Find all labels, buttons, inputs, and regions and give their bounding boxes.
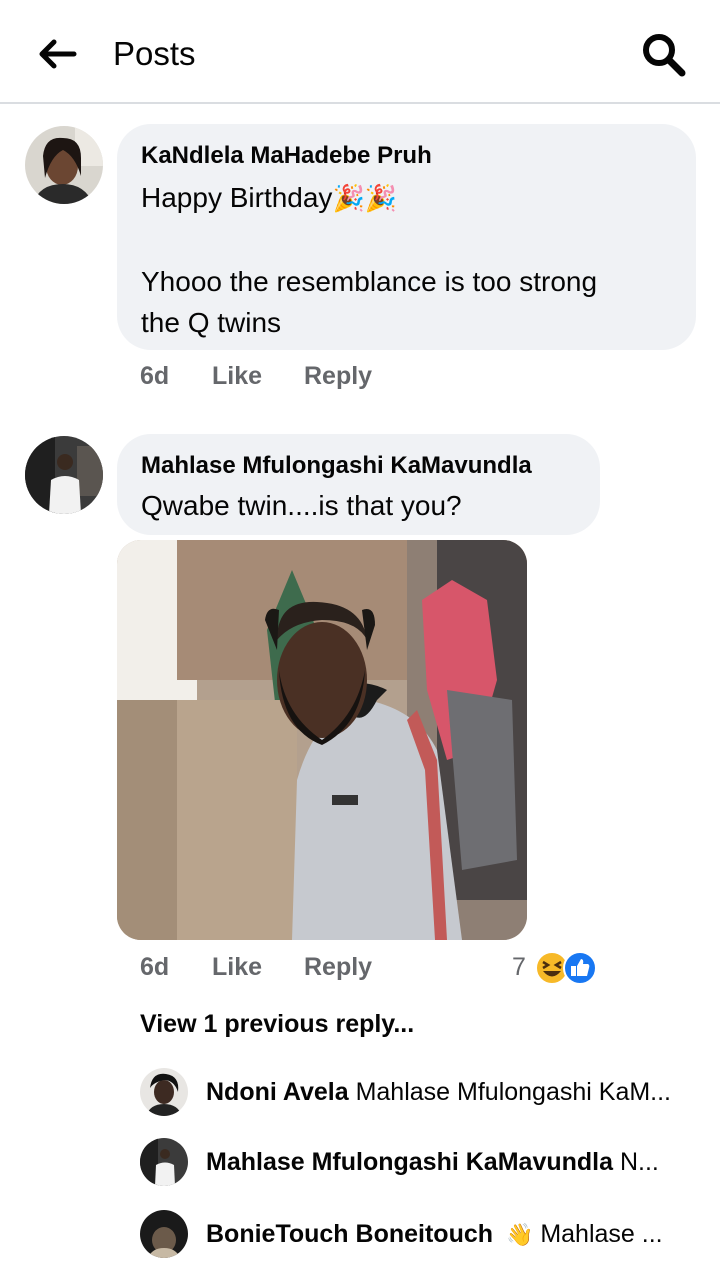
- waving-hand-emoji: 👋: [505, 1223, 534, 1248]
- comment-text-line: the Q twins: [141, 307, 282, 338]
- avatar[interactable]: [140, 1138, 188, 1186]
- reaction-icons[interactable]: [534, 950, 604, 986]
- back-button[interactable]: [34, 34, 78, 74]
- page-title: Posts: [113, 35, 196, 72]
- reply-preview: Mahlase Mfulongashi KaM...: [355, 1078, 672, 1106]
- like-button[interactable]: Like: [212, 953, 262, 982]
- reaction-count[interactable]: 7: [512, 953, 526, 982]
- comment-time: 6d: [140, 362, 170, 390]
- comment-bubble[interactable]: Mahlase Mfulongashi KaMavundla Qwabe twi…: [117, 434, 600, 535]
- reply-button[interactable]: Reply: [304, 362, 372, 391]
- comment-time: 6d: [140, 953, 170, 981]
- reply-preview: Mahlase ...: [540, 1220, 663, 1248]
- reply-author[interactable]: Ndoni Avela: [206, 1078, 349, 1106]
- reply-preview: N...: [619, 1148, 659, 1176]
- comment-text-line: Yhooo the resemblance is too strong: [141, 266, 598, 297]
- avatar[interactable]: [25, 126, 103, 204]
- reply-button[interactable]: Reply: [304, 953, 372, 982]
- avatar[interactable]: [25, 436, 103, 514]
- comment-author[interactable]: KaNdlela MaHadebe Pruh: [141, 141, 681, 171]
- search-icon: [643, 34, 686, 77]
- reply-author[interactable]: BonieTouch Boneitouch: [206, 1220, 493, 1248]
- reply-item[interactable]: BonieTouch Boneitouch 👋 Mahlase ...: [140, 1210, 700, 1260]
- arrow-left-icon: [39, 39, 77, 69]
- view-previous-replies[interactable]: View 1 previous reply...: [140, 1010, 414, 1039]
- comment-photo[interactable]: [117, 540, 527, 940]
- search-button[interactable]: [638, 30, 688, 78]
- top-bar: Posts: [0, 0, 720, 104]
- reply-item[interactable]: Mahlase Mfulongashi KaMavundla N...: [140, 1138, 700, 1188]
- comment-bubble[interactable]: KaNdlela MaHadebe Pruh Happy Birthday🎉🎉 …: [117, 124, 696, 350]
- comment-actions: 6d Like Reply: [140, 362, 540, 394]
- reply-item[interactable]: Ndoni Avela Mahlase Mfulongashi KaM...: [140, 1068, 700, 1118]
- comment-text: Qwabe twin....is that you?: [141, 490, 462, 521]
- like-reaction-icon: [563, 951, 597, 985]
- comment-text-line: Happy Birthday: [141, 182, 333, 213]
- party-popper-emoji: 🎉🎉: [332, 184, 398, 214]
- like-button[interactable]: Like: [212, 362, 262, 391]
- avatar[interactable]: [140, 1068, 188, 1116]
- reply-author[interactable]: Mahlase Mfulongashi KaMavundla: [206, 1148, 613, 1176]
- comment-author[interactable]: Mahlase Mfulongashi KaMavundla: [141, 451, 591, 481]
- avatar[interactable]: [140, 1210, 188, 1258]
